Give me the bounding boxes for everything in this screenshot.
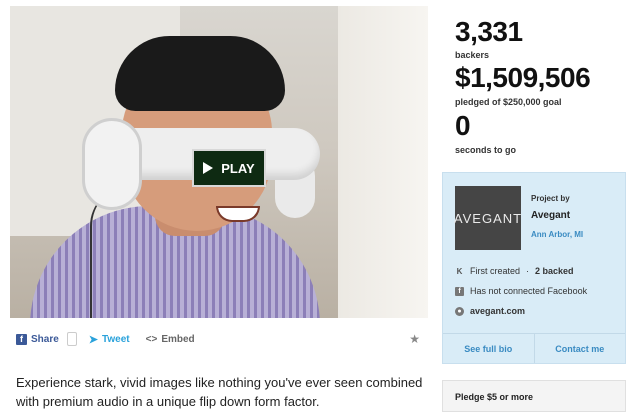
share-count-box [66,332,77,346]
embed-button[interactable]: <> Embed [146,334,195,345]
background-window [338,6,428,318]
facebook-status-text: Has not connected Facebook [470,286,588,296]
backed-count-text: 2 backed [535,266,574,276]
time-remaining-label: seconds to go [455,145,517,155]
project-video[interactable]: PLAY [10,6,428,318]
creator-website-row: ● avegant.com [455,306,525,316]
facebook-share-button[interactable]: f Share [16,332,77,346]
star-icon[interactable]: ★ [409,332,420,346]
separator-dot: · [526,266,530,276]
backers-label: backers [455,50,490,60]
video-person-hair [115,36,285,111]
share-label: Share [31,333,59,345]
embed-code-icon: <> [145,333,158,345]
pledged-amount: $1,509,506 [455,62,591,93]
creator-facebook-row: f Has not connected Facebook [455,286,587,296]
pledged-goal-label: pledged of $250,000 goal [455,97,562,107]
reward-pledge-label: Pledge $5 or more [455,392,534,402]
creator-card-actions: See full bio Contact me [443,333,625,363]
facebook-small-icon: f [455,286,464,296]
project-blurb: Experience stark, vivid images like noth… [16,375,423,409]
creator-website-link[interactable]: avegant.com [470,306,525,316]
contact-me-button[interactable]: Contact me [533,334,626,363]
tweet-button[interactable]: ➤ Tweet [89,333,130,346]
play-label: PLAY [221,160,255,176]
play-icon [203,162,214,174]
headset-left-earcup [82,118,142,210]
time-remaining-value: 0 [455,110,471,141]
project-by-label: Project by [531,194,570,203]
globe-icon: ● [455,306,464,316]
kickstarter-k-icon: K [456,266,463,276]
creator-card: AVEGANT Project by Avegant Ann Arbor, MI… [442,172,626,364]
tweet-label: Tweet [102,333,130,345]
creator-history-row: K First created · 2 backed [455,266,574,276]
embed-label: Embed [161,333,195,345]
play-button[interactable]: PLAY [192,149,266,187]
reward-tier[interactable]: Pledge $5 or more [442,380,626,412]
share-bar: f Share ➤ Tweet <> Embed ★ [16,330,428,348]
creator-logo[interactable]: AVEGANT [454,186,521,250]
facebook-icon: f [16,333,27,345]
creator-name-link[interactable]: Avegant [531,210,570,221]
see-full-bio-button[interactable]: See full bio [443,334,534,363]
first-created-text: First created [470,266,521,276]
creator-location-link[interactable]: Ann Arbor, MI [531,230,583,239]
twitter-bird-icon: ➤ [88,333,99,346]
backers-count: 3,331 [455,16,523,47]
